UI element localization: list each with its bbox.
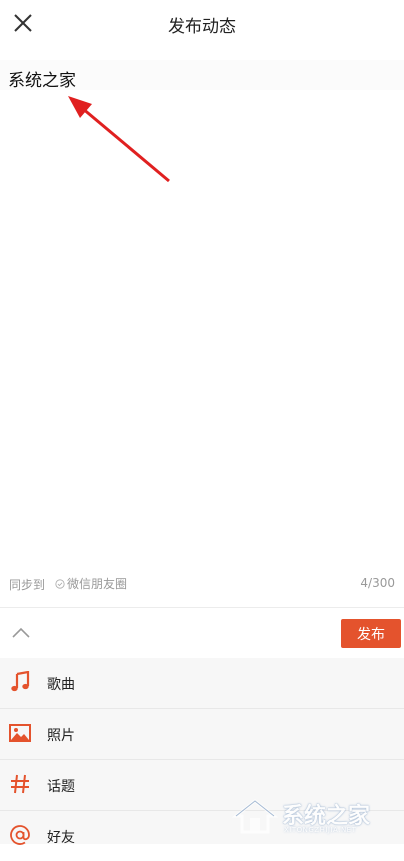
- post-text: 系统之家: [8, 71, 76, 91]
- sync-label: 同步到: [9, 578, 46, 592]
- at-icon: [10, 825, 30, 845]
- menu-item-song[interactable]: 歌曲: [0, 658, 404, 709]
- watermark: 系统之家 XITONGZHIJIA.NET: [232, 796, 402, 842]
- watermark-url: XITONGZHIJIA.NET: [284, 826, 357, 834]
- menu-item-label: 歌曲: [47, 677, 75, 693]
- toolbar: 发布: [0, 608, 404, 658]
- wechat-moments-option[interactable]: 微信朋友圈: [55, 575, 127, 592]
- menu-item-label: 话题: [47, 779, 75, 795]
- image-icon: [9, 724, 31, 742]
- publish-button[interactable]: 发布: [341, 619, 401, 648]
- wechat-moments-label: 微信朋友圈: [67, 577, 128, 591]
- header: 发布动态: [0, 0, 404, 48]
- hashtag-icon: [11, 774, 29, 794]
- check-circle-icon: [55, 578, 65, 589]
- chevron-up-icon[interactable]: [10, 625, 32, 641]
- page-title: 发布动态: [168, 17, 236, 37]
- sync-row: 同步到 微信朋友圈 4/300: [0, 570, 404, 598]
- watermark-logo-icon: [232, 799, 278, 834]
- music-note-icon: [11, 671, 30, 692]
- menu-item-label: 照片: [47, 728, 75, 744]
- char-counter: 4/300: [360, 576, 395, 590]
- menu-item-label: 好友: [47, 830, 75, 846]
- menu-item-photo[interactable]: 照片: [0, 709, 404, 760]
